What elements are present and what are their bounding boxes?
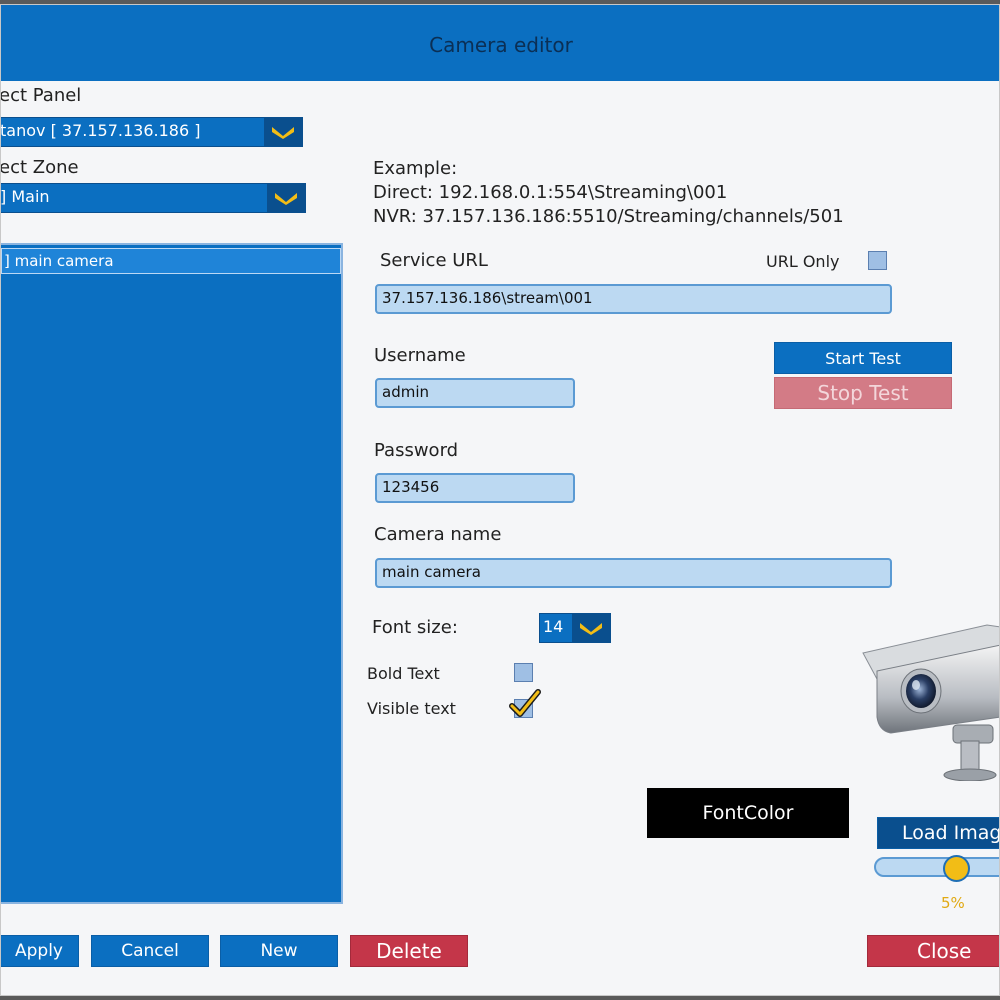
url-only-checkbox[interactable] xyxy=(868,251,887,270)
font-size-value: 14 xyxy=(543,617,564,636)
select-panel-label: ect Panel xyxy=(0,85,82,106)
load-image-button[interactable]: Load Imag xyxy=(877,817,999,849)
chevron-down-icon[interactable] xyxy=(264,118,302,146)
username-label: Username xyxy=(374,345,466,366)
select-zone-label: ect Zone xyxy=(0,157,79,178)
camera-editor-window: Camera editor ect Panel tanov [ 37.157.1… xyxy=(0,4,1000,996)
delete-button[interactable]: Delete xyxy=(350,935,468,967)
apply-button[interactable]: Apply xyxy=(1,935,79,967)
opacity-slider-track[interactable] xyxy=(874,857,999,877)
chevron-down-icon[interactable] xyxy=(572,614,610,642)
opacity-slider-thumb[interactable] xyxy=(943,855,970,882)
font-color-button[interactable]: FontColor xyxy=(647,788,849,838)
example-title: Example: xyxy=(373,158,458,179)
service-url-input[interactable]: 37.157.136.186\stream\001 xyxy=(375,284,892,314)
close-button[interactable]: Close xyxy=(867,935,999,967)
camera-name-label: Camera name xyxy=(374,524,502,545)
font-size-dropdown[interactable]: 14 xyxy=(539,613,611,643)
checkmark-icon xyxy=(509,689,541,717)
example-nvr: NVR: 37.157.136.186:5510/Streaming/chann… xyxy=(373,206,844,227)
bold-text-checkbox[interactable] xyxy=(514,663,533,682)
opacity-percent-label: 5% xyxy=(941,894,965,912)
password-label: Password xyxy=(374,440,459,461)
stop-test-button[interactable]: Stop Test xyxy=(774,377,952,409)
example-direct: Direct: 192.168.0.1:554\Streaming\001 xyxy=(373,182,728,203)
list-item[interactable]: ] main camera xyxy=(1,248,341,274)
visible-text-label: Visible text xyxy=(367,699,456,718)
visible-text-checkbox[interactable] xyxy=(509,689,541,718)
username-input[interactable]: admin xyxy=(375,378,575,408)
panel-dropdown[interactable]: tanov [ 37.157.136.186 ] xyxy=(0,117,303,147)
service-url-label: Service URL xyxy=(380,250,488,271)
url-only-label: URL Only xyxy=(766,252,840,271)
panel-dropdown-value: tanov [ 37.157.136.186 ] xyxy=(0,121,201,140)
camera-list[interactable]: ] main camera xyxy=(1,243,343,904)
bold-text-label: Bold Text xyxy=(367,664,440,683)
window-title: Camera editor xyxy=(1,5,999,81)
start-test-button[interactable]: Start Test xyxy=(774,342,952,374)
password-input[interactable]: 123456 xyxy=(375,473,575,503)
url-example: Example: Direct: 192.168.0.1:554\Streami… xyxy=(373,157,844,229)
new-button[interactable]: New xyxy=(220,935,338,967)
camera-image xyxy=(862,624,999,781)
cancel-button[interactable]: Cancel xyxy=(91,935,209,967)
chevron-down-icon[interactable] xyxy=(267,184,305,212)
zone-dropdown[interactable]: ] Main xyxy=(0,183,306,213)
font-size-label: Font size: xyxy=(372,617,458,638)
zone-dropdown-value: ] Main xyxy=(0,187,50,206)
camera-name-input[interactable]: main camera xyxy=(375,558,892,588)
